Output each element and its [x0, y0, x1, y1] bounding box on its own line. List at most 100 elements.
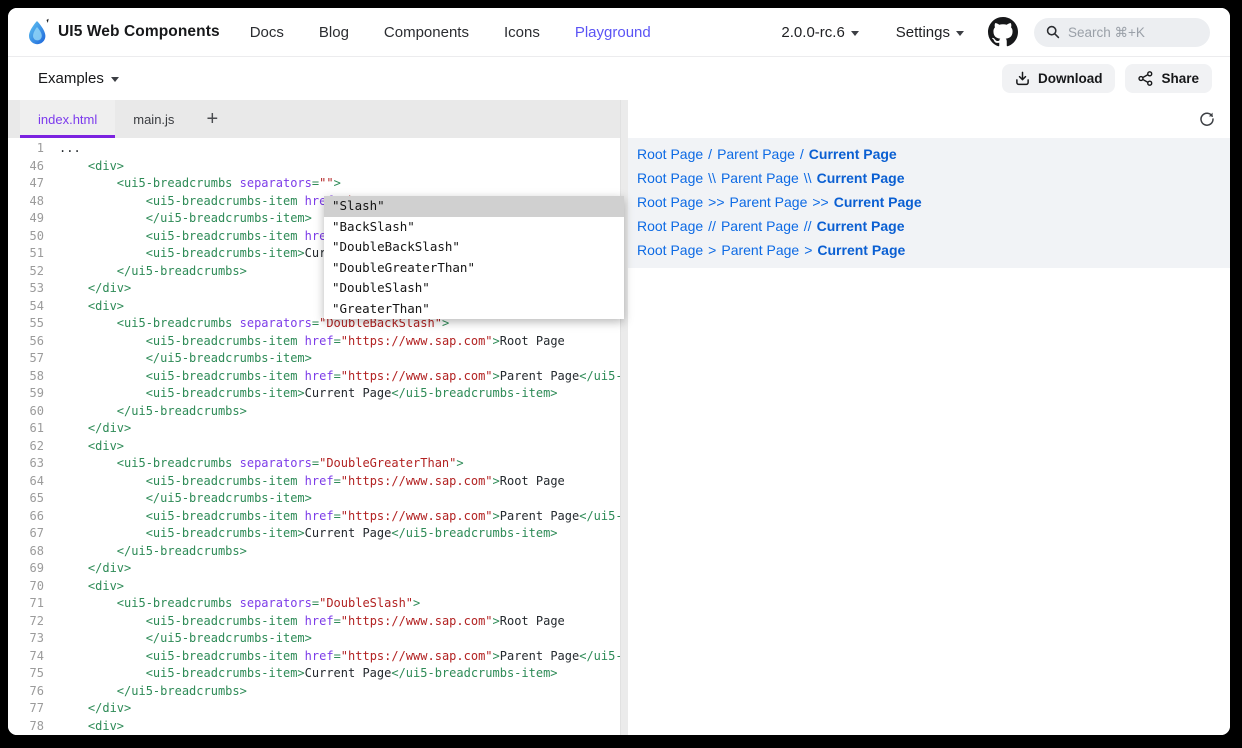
autocomplete-option[interactable]: "GreaterThan": [324, 299, 624, 320]
line-number: 71: [8, 595, 44, 613]
preview-empty-area: [628, 268, 1230, 735]
code-line[interactable]: 65 </ui5-breadcrumbs-item>: [8, 490, 628, 508]
line-code: <ui5-breadcrumbs-item href="https://www.…: [59, 368, 628, 386]
line-number: 62: [8, 438, 44, 456]
code-line[interactable]: 78 <div>: [8, 718, 628, 736]
download-button[interactable]: Download: [1002, 64, 1116, 93]
code-line[interactable]: 47 <ui5-breadcrumbs separators="">: [8, 175, 628, 193]
breadcrumb-link-root[interactable]: Root Page: [637, 194, 703, 210]
code-line[interactable]: 63 <ui5-breadcrumbs separators="DoubleGr…: [8, 455, 628, 473]
code-line[interactable]: 66 <ui5-breadcrumbs-item href="https://w…: [8, 508, 628, 526]
line-code: </ui5-breadcrumbs-item>: [59, 350, 312, 368]
code-line[interactable]: 57 </ui5-breadcrumbs-item>: [8, 350, 628, 368]
autocomplete-option[interactable]: "DoubleSlash": [324, 278, 624, 299]
autocomplete-option[interactable]: "BackSlash": [324, 217, 624, 238]
nav-item-docs[interactable]: Docs: [250, 24, 284, 41]
code-line[interactable]: 68 </ui5-breadcrumbs>: [8, 543, 628, 561]
breadcrumb-separator: >>: [812, 194, 828, 210]
version-dropdown[interactable]: 2.0.0-rc.6: [781, 24, 858, 41]
code-line[interactable]: 61 </div>: [8, 420, 628, 438]
breadcrumb-link-parent[interactable]: Parent Page: [730, 194, 808, 210]
code-line[interactable]: 62 <div>: [8, 438, 628, 456]
breadcrumb-link-parent[interactable]: Parent Page: [721, 218, 799, 234]
breadcrumb-link-root[interactable]: Root Page: [637, 170, 703, 186]
nav-item-icons[interactable]: Icons: [504, 24, 540, 41]
examples-dropdown[interactable]: Examples: [38, 70, 119, 87]
line-number: 74: [8, 648, 44, 666]
refresh-button[interactable]: [1199, 111, 1215, 127]
line-number: 56: [8, 333, 44, 351]
code-line[interactable]: 75 <ui5-breadcrumbs-item>Current Page</u…: [8, 665, 628, 683]
line-code: <ui5-breadcrumbs-item>Current Page</ui5-…: [59, 525, 558, 543]
tab-main-js[interactable]: main.js: [115, 100, 192, 138]
code-line[interactable]: 77 </div>: [8, 700, 628, 718]
app-window: UI5 Web Components Docs Blog Components Ico…: [8, 8, 1230, 735]
download-label: Download: [1038, 71, 1103, 86]
github-icon: [988, 17, 1018, 47]
nav-item-components[interactable]: Components: [384, 24, 469, 41]
code-line[interactable]: 56 <ui5-breadcrumbs-item href="https://w…: [8, 333, 628, 351]
line-code: <div>: [59, 438, 124, 456]
line-code: </div>: [59, 560, 131, 578]
breadcrumb-link-root[interactable]: Root Page: [637, 242, 703, 258]
line-number: 69: [8, 560, 44, 578]
line-code: ...: [59, 140, 81, 158]
autocomplete-option[interactable]: "DoubleGreaterThan": [324, 258, 624, 279]
code-line[interactable]: 72 <ui5-breadcrumbs-item href="https://w…: [8, 613, 628, 631]
code-line[interactable]: 67 <ui5-breadcrumbs-item>Current Page</u…: [8, 525, 628, 543]
share-label: Share: [1161, 71, 1199, 86]
breadcrumb-link-parent[interactable]: Parent Page: [717, 146, 795, 162]
code-line[interactable]: 46 <div>: [8, 158, 628, 176]
breadcrumb-link-root[interactable]: Root Page: [637, 146, 703, 162]
line-number: 47: [8, 175, 44, 193]
chevron-down-icon: [111, 77, 119, 82]
breadcrumb-separator: >: [708, 242, 716, 258]
code-line[interactable]: 73 </ui5-breadcrumbs-item>: [8, 630, 628, 648]
autocomplete-option[interactable]: "Slash": [324, 196, 624, 217]
breadcrumb-link-root[interactable]: Root Page: [637, 218, 703, 234]
share-button[interactable]: Share: [1125, 64, 1212, 93]
code-line[interactable]: 64 <ui5-breadcrumbs-item href="https://w…: [8, 473, 628, 491]
line-number: 51: [8, 245, 44, 263]
line-code: </ui5-breadcrumbs>: [59, 543, 247, 561]
settings-label: Settings: [896, 24, 950, 41]
code-editor-panel: index.htmlmain.js+ 1...46 <div>47 <ui5-b…: [8, 100, 628, 735]
tab-index-html[interactable]: index.html: [20, 100, 115, 138]
line-code: </ui5-breadcrumbs-item>: [59, 210, 312, 228]
line-number: 58: [8, 368, 44, 386]
code-line[interactable]: 59 <ui5-breadcrumbs-item>Current Page</u…: [8, 385, 628, 403]
code-line[interactable]: 76 </ui5-breadcrumbs>: [8, 683, 628, 701]
share-icon: [1138, 71, 1153, 86]
line-number: 52: [8, 263, 44, 281]
line-number: 73: [8, 630, 44, 648]
line-code: <div>: [59, 578, 124, 596]
code-line[interactable]: 74 <ui5-breadcrumbs-item href="https://w…: [8, 648, 628, 666]
breadcrumb-link-parent[interactable]: Parent Page: [721, 242, 799, 258]
github-link[interactable]: [988, 17, 1018, 47]
breadcrumb-row: Root Page\\Parent Page\\Current Page: [637, 166, 1220, 190]
preview-topbar: [628, 100, 1230, 138]
line-code: <ui5-breadcrumbs-item href="https://www.…: [59, 473, 565, 491]
new-tab-button[interactable]: +: [192, 100, 232, 138]
line-number: 64: [8, 473, 44, 491]
breadcrumb-link-parent[interactable]: Parent Page: [721, 170, 799, 186]
line-number: 63: [8, 455, 44, 473]
search-input[interactable]: [1068, 25, 1188, 40]
line-code: </ui5-breadcrumbs>: [59, 263, 247, 281]
settings-dropdown[interactable]: Settings: [896, 24, 964, 41]
nav-item-blog[interactable]: Blog: [319, 24, 349, 41]
line-code: </ui5-breadcrumbs>: [59, 683, 247, 701]
version-label: 2.0.0-rc.6: [781, 24, 844, 41]
code-line[interactable]: 71 <ui5-breadcrumbs separators="DoubleSl…: [8, 595, 628, 613]
brand[interactable]: UI5 Web Components: [26, 18, 220, 46]
search-box[interactable]: [1034, 18, 1210, 47]
autocomplete-option[interactable]: "DoubleBackSlash": [324, 237, 624, 258]
nav-item-playground[interactable]: Playground: [575, 24, 651, 41]
code-line[interactable]: 70 <div>: [8, 578, 628, 596]
line-code: <ui5-breadcrumbs-item href="https://www.…: [59, 648, 628, 666]
code-line[interactable]: 69 </div>: [8, 560, 628, 578]
code-line[interactable]: 60 </ui5-breadcrumbs>: [8, 403, 628, 421]
code-line[interactable]: 1...: [8, 140, 628, 158]
code-line[interactable]: 58 <ui5-breadcrumbs-item href="https://w…: [8, 368, 628, 386]
line-number: 53: [8, 280, 44, 298]
